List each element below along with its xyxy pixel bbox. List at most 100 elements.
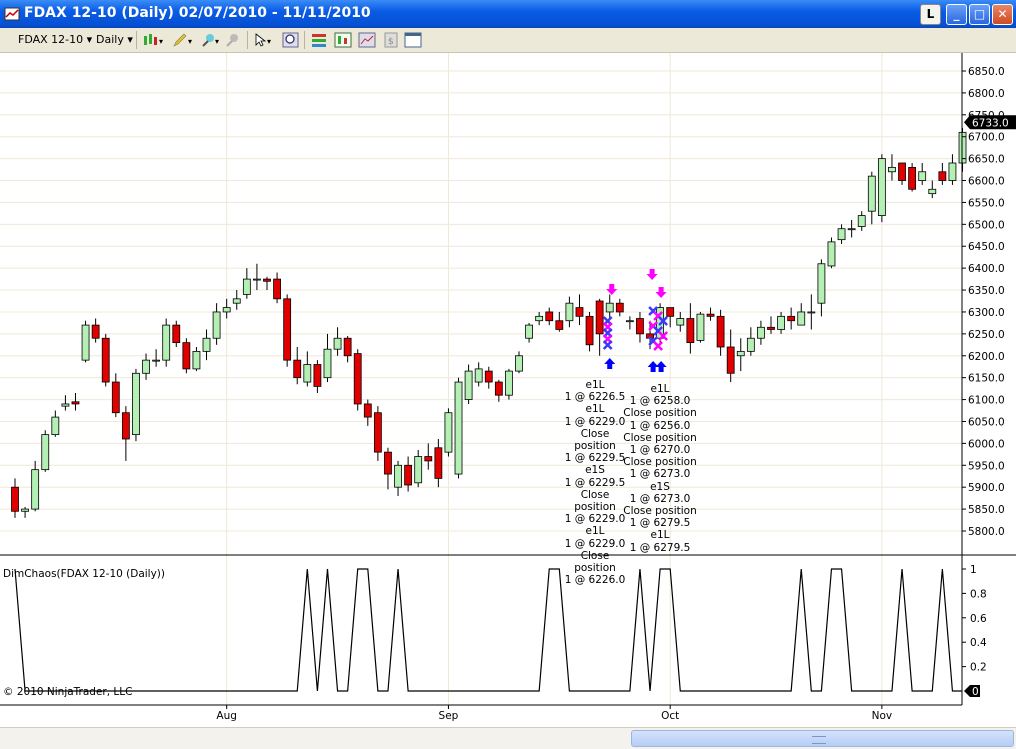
- trade-annotations-right: e1L 1 @ 6258.0 Close position 1 @ 6256.0 Clo…: [620, 383, 700, 554]
- candle-body: [121, 412, 130, 440]
- candle-body: [817, 263, 826, 304]
- price-tick-label: 6100.0: [968, 395, 1005, 407]
- strategy-icon[interactable]: [310, 32, 328, 48]
- horizontal-scrollbar[interactable]: [0, 727, 1016, 749]
- panel-icon[interactable]: [404, 32, 422, 48]
- trade-annotation-line: 1 @ 6279.5: [629, 541, 691, 554]
- candle-body: [404, 464, 413, 486]
- candle-body: [41, 434, 50, 471]
- candle-body: [101, 337, 110, 383]
- indicator-tick-label: 0.6: [970, 613, 987, 625]
- instrument-selector[interactable]: FDAX 12-10 ▾: [18, 33, 92, 46]
- candle-body: [666, 307, 675, 317]
- candle-body: [605, 302, 614, 313]
- candle-body: [424, 456, 433, 462]
- price-tick-label: 6800.0: [968, 88, 1005, 100]
- candle-body: [938, 171, 947, 181]
- price-chart[interactable]: 6850.06800.06750.06700.06650.06600.06550…: [0, 53, 1016, 727]
- short-entry-arrow-icon: [646, 269, 658, 280]
- short-entry-arrow-icon: [606, 284, 618, 295]
- candle-body: [263, 278, 271, 282]
- price-tick-label: 6350.0: [968, 285, 1005, 297]
- chart-area[interactable]: 6850.06800.06750.06700.06650.06600.06550…: [0, 53, 1016, 727]
- candle-body: [414, 456, 423, 484]
- trade-annotation-line: Close position: [623, 431, 697, 444]
- chart-properties-icon[interactable]: [334, 32, 352, 48]
- interval-label: Daily: [96, 33, 124, 46]
- price-tick-label: 6050.0: [968, 416, 1005, 428]
- candle-body: [918, 171, 927, 181]
- candle-body: [625, 320, 634, 323]
- add-indicator-icon[interactable]: ▾: [200, 32, 222, 48]
- minimize-icon: _: [953, 7, 960, 21]
- time-tick-label: Sep: [439, 710, 459, 722]
- price-tick-label: 6850.0: [968, 66, 1005, 78]
- short-entry-arrow-icon: [655, 287, 667, 298]
- price-tick-label: 6650.0: [968, 154, 1005, 166]
- trade-annotation-line: e1S: [650, 480, 670, 493]
- candle-body: [777, 315, 785, 330]
- exit-marker-icon: [602, 340, 613, 350]
- candle-body: [172, 324, 181, 344]
- candle-body: [636, 318, 644, 335]
- candle-body: [31, 469, 40, 510]
- candle-body: [162, 324, 171, 361]
- candle-body: [222, 307, 231, 313]
- candle-body: [232, 298, 241, 304]
- candle-body: [434, 447, 443, 479]
- candle-body: [525, 324, 533, 339]
- candle-body: [888, 166, 896, 173]
- candle-body: [444, 412, 453, 453]
- chart-toolbar: FDAX 12-10 ▾ Daily ▾ ▾ ▾ ▾ ▾ $: [0, 28, 1016, 53]
- trade-annotation-line: Close position: [623, 456, 697, 469]
- candlestick-style-icon[interactable]: ▾: [142, 32, 164, 48]
- trade-annotation-line: 1 @ 6226.0: [564, 574, 626, 587]
- svg-text:▾: ▾: [267, 37, 271, 46]
- window-title-bar: FDAX 12-10 (Daily) 02/07/2010 - 11/11/20…: [0, 0, 1016, 28]
- pencil-drawing-icon[interactable]: ▾: [172, 32, 194, 48]
- candle-body: [787, 315, 796, 322]
- price-tick-label: 6300.0: [968, 307, 1005, 319]
- candle-body: [394, 464, 402, 488]
- candle-body: [767, 326, 775, 330]
- copyright-text: © 2010 NinjaTrader, LLC: [3, 686, 133, 698]
- candle-body: [757, 326, 765, 339]
- close-button[interactable]: ✕: [992, 4, 1013, 25]
- l-button[interactable]: L: [920, 4, 941, 25]
- price-tick-label: 5800.0: [968, 526, 1005, 538]
- candle-body: [706, 313, 715, 317]
- window-title: FDAX 12-10 (Daily) 02/07/2010 - 11/11/20…: [24, 5, 371, 21]
- candle-body: [61, 403, 70, 407]
- save-icon[interactable]: $: [382, 32, 400, 48]
- maximize-button[interactable]: □: [969, 4, 990, 25]
- interval-selector[interactable]: Daily ▾: [96, 33, 133, 46]
- svg-text:▾: ▾: [215, 37, 219, 46]
- price-tick-label: 5900.0: [968, 482, 1005, 494]
- candle-body: [373, 412, 382, 453]
- price-tick-label: 6400.0: [968, 263, 1005, 275]
- candle-body: [565, 302, 574, 322]
- price-tick-label: 6200.0: [968, 351, 1005, 363]
- scrollbar-thumb[interactable]: [631, 730, 1014, 747]
- price-tick-label: 5950.0: [968, 460, 1005, 472]
- remove-indicator-icon[interactable]: [224, 32, 242, 48]
- candle-body: [676, 318, 685, 326]
- candle-body: [474, 368, 483, 383]
- candle-body: [51, 416, 60, 436]
- candle-body: [71, 401, 80, 405]
- zoom-icon[interactable]: [282, 32, 300, 48]
- candle-body: [908, 166, 917, 190]
- candle-body: [152, 359, 161, 362]
- data-box-icon[interactable]: [358, 32, 376, 48]
- candle-body: [555, 320, 564, 330]
- pointer-icon[interactable]: ▾: [252, 32, 274, 48]
- instrument-label: FDAX 12-10: [18, 33, 84, 46]
- candle-body: [11, 486, 19, 512]
- minimize-button[interactable]: _: [946, 4, 967, 25]
- time-tick-label: Oct: [661, 710, 679, 722]
- candle-body: [293, 359, 302, 379]
- price-tick-label: 6000.0: [968, 438, 1005, 450]
- price-tick-label: 6600.0: [968, 176, 1005, 188]
- candle-body: [575, 307, 584, 317]
- exit-marker-icon: [653, 341, 664, 351]
